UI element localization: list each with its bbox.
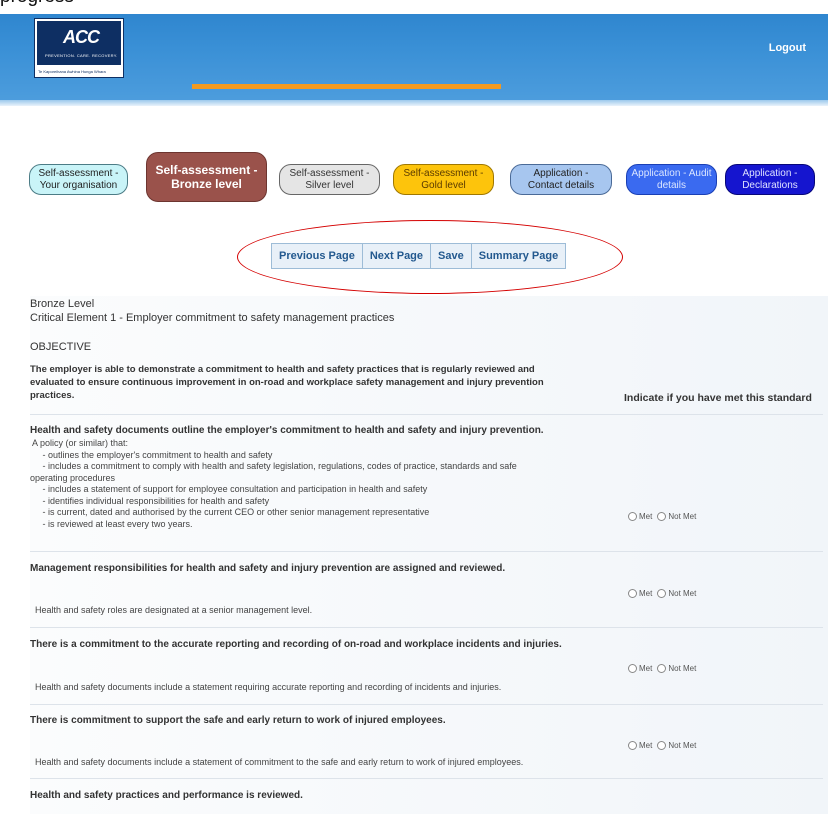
logo-tagline: Te Kaporeihana Awhina Hunga Whara	[38, 69, 106, 74]
met-radio[interactable]	[628, 589, 637, 598]
met-radio[interactable]	[628, 512, 637, 521]
section-heading: Management responsibilities for health a…	[30, 563, 506, 574]
not-met-radio[interactable]	[657, 512, 667, 521]
logo-subtitle: PREVENTION. CARE. RECOVERY.	[45, 53, 118, 58]
section-body: Health and safety documents include a st…	[35, 757, 524, 767]
next-page-button[interactable]: Next Page	[363, 244, 432, 268]
logout-link[interactable]: Logout	[769, 42, 806, 54]
step-contact-details[interactable]: Application - Contact details	[510, 164, 612, 195]
section-heading: There is commitment to support the safe …	[30, 715, 446, 726]
divider	[30, 704, 823, 705]
orange-accent-bar	[192, 84, 501, 89]
not-met-radio[interactable]	[657, 741, 667, 750]
objective-text: The employer is able to demonstrate a co…	[30, 364, 544, 401]
met-radio-group: Met Not Met	[628, 512, 699, 521]
logo-badge: ACC PREVENTION. CARE. RECOVERY.	[37, 21, 121, 65]
met-radio[interactable]	[628, 664, 637, 673]
section-body: Health and safety roles are designated a…	[35, 605, 313, 615]
page-fragment-text: progress	[0, 0, 74, 14]
step-gold-level[interactable]: Self-assessment - Gold level	[393, 164, 494, 195]
critical-element-title: Critical Element 1 - Employer commitment…	[30, 312, 395, 324]
step-bronze-level[interactable]: Self-assessment - Bronze level	[146, 152, 267, 202]
section-heading: Health and safety practices and performa…	[30, 790, 303, 801]
section-body: A policy (or similar) that: - outlines t…	[30, 438, 517, 529]
divider	[30, 414, 823, 415]
objective-heading: OBJECTIVE	[30, 341, 92, 353]
header-shadow	[0, 100, 828, 106]
page-navigation: Previous Page Next Page Save Summary Pag…	[271, 243, 567, 269]
not-met-radio[interactable]	[657, 664, 667, 673]
met-radio-group: Met Not Met	[628, 664, 699, 673]
site-header: ACC PREVENTION. CARE. RECOVERY. Te Kapor…	[0, 14, 828, 102]
section-body: Health and safety documents include a st…	[35, 682, 502, 692]
section-heading: There is a commitment to the accurate re…	[30, 639, 562, 650]
divider	[30, 551, 823, 552]
save-button[interactable]: Save	[431, 244, 472, 268]
step-silver-level[interactable]: Self-assessment - Silver level	[279, 164, 380, 195]
summary-page-button[interactable]: Summary Page	[472, 244, 565, 268]
met-radio-group: Met Not Met	[628, 589, 699, 598]
indicate-label: Indicate if you have met this standard	[624, 392, 812, 404]
logo-mark: ACC	[63, 27, 100, 47]
level-title: Bronze Level	[30, 298, 95, 310]
previous-page-button[interactable]: Previous Page	[272, 244, 363, 268]
not-met-radio[interactable]	[657, 589, 667, 598]
met-radio-group: Met Not Met	[628, 741, 699, 750]
divider	[30, 778, 823, 779]
section-heading: Health and safety documents outline the …	[30, 425, 544, 436]
acc-logo[interactable]: ACC PREVENTION. CARE. RECOVERY. Te Kapor…	[34, 18, 124, 78]
step-declarations[interactable]: Application - Declarations	[725, 164, 815, 195]
met-radio[interactable]	[628, 741, 637, 750]
divider	[30, 627, 823, 628]
step-audit-details[interactable]: Application - Audit details	[626, 164, 717, 195]
step-your-organisation[interactable]: Self-assessment - Your organisation	[29, 164, 128, 195]
progress-steps: Self-assessment - Your organisation Self…	[0, 152, 828, 202]
